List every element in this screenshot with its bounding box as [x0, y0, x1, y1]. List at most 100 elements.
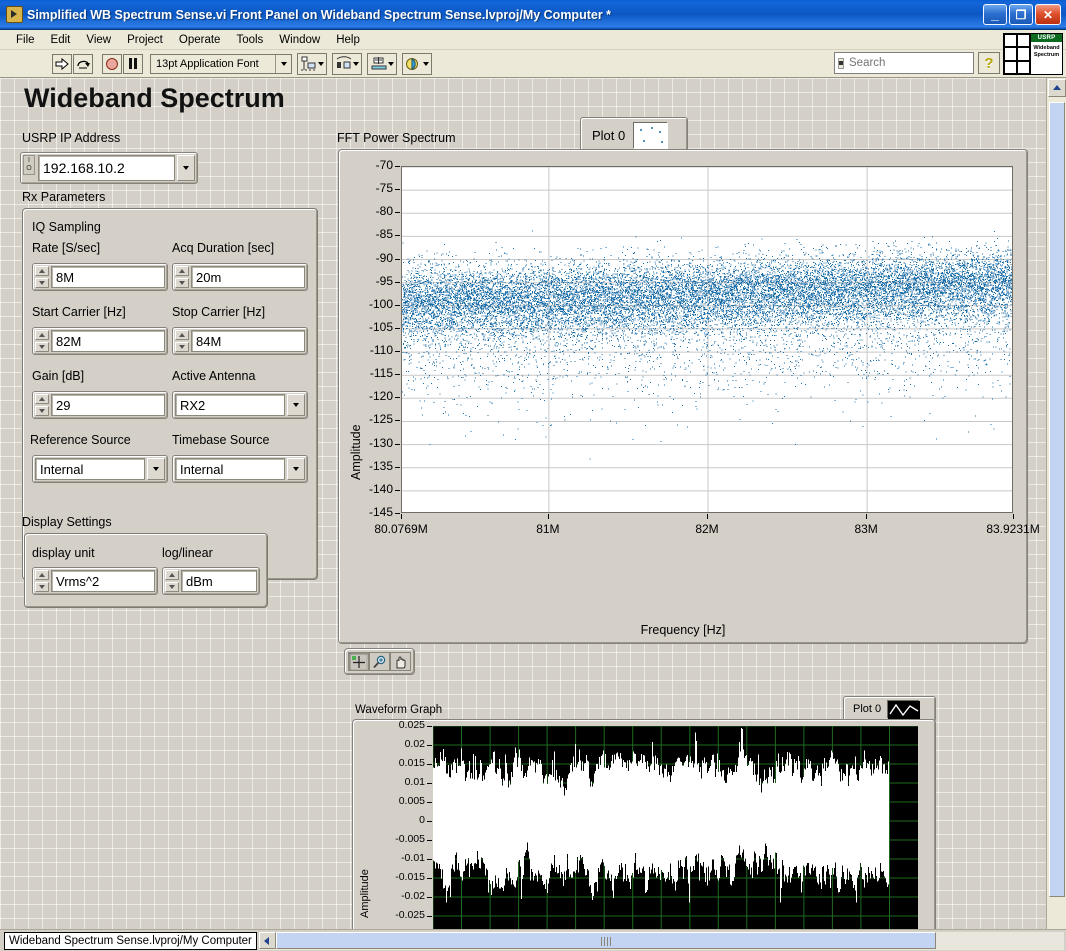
- menu-edit[interactable]: Edit: [43, 32, 79, 48]
- rate-value[interactable]: 8M: [51, 266, 165, 288]
- waveform-y-tick: 0.02: [404, 738, 425, 750]
- run-continuously-button[interactable]: [73, 53, 93, 74]
- spinner-up-icon[interactable]: [175, 330, 189, 340]
- spinner-up-icon[interactable]: [35, 266, 49, 276]
- close-button[interactable]: ✕: [1035, 4, 1061, 25]
- spinner-down-icon[interactable]: [35, 342, 49, 352]
- waveform-legend-label: Plot 0: [853, 703, 882, 715]
- start-carrier-value[interactable]: 82M: [51, 330, 165, 352]
- menu-file[interactable]: File: [8, 32, 43, 48]
- fft-y-tick: -125: [368, 412, 393, 427]
- rate-spinner[interactable]: [35, 266, 49, 288]
- timebase-source-value[interactable]: Internal: [175, 458, 285, 480]
- abort-execution-button[interactable]: [102, 53, 122, 74]
- display-unit-value[interactable]: Vrms^2: [51, 570, 155, 592]
- acq-duration-value[interactable]: 20m: [191, 266, 305, 288]
- waveform-plot-area[interactable]: [433, 726, 918, 929]
- minimize-button[interactable]: _: [983, 4, 1007, 25]
- waveform-y-tick-mark: [427, 897, 432, 898]
- acq-duration-control[interactable]: 20m: [172, 263, 308, 291]
- reference-source-dropdown-button[interactable]: [147, 458, 165, 480]
- spinner-up-icon[interactable]: [35, 394, 49, 404]
- spinner-down-icon[interactable]: [35, 582, 49, 592]
- fft-power-spectrum-graph[interactable]: Amplitude -70 -75 -80 -85 -90 -95 -100 -105 -110…: [338, 149, 1040, 644]
- vi-icon-pane[interactable]: USRP Wideband Spectrum: [1003, 33, 1063, 77]
- fft-legend-swatch[interactable]: [633, 122, 669, 149]
- fft-plot-legend[interactable]: Plot 0: [580, 117, 688, 153]
- scroll-thumb[interactable]: [1049, 102, 1065, 897]
- menu-project[interactable]: Project: [119, 32, 171, 48]
- usrp-ip-address-value[interactable]: 192.168.10.2: [38, 155, 175, 181]
- waveform-legend-swatch[interactable]: [887, 700, 921, 719]
- hscroll-thumb[interactable]: [275, 932, 936, 949]
- reference-source-control[interactable]: Internal: [32, 455, 168, 483]
- vi-glyph-icon[interactable]: USRP Wideband Spectrum: [1031, 33, 1063, 75]
- log-linear-value[interactable]: dBm: [181, 570, 257, 592]
- align-objects-dropdown[interactable]: [297, 52, 327, 75]
- rate-control[interactable]: 8M: [32, 263, 168, 291]
- stop-carrier-value[interactable]: 84M: [191, 330, 305, 352]
- maximize-button[interactable]: ❐: [1009, 4, 1033, 25]
- menu-view[interactable]: View: [78, 32, 119, 48]
- cursor-tool-icon[interactable]: [348, 652, 369, 671]
- waveform-graph[interactable]: Amplitude 0.025 0.02 0.015 0.01 0.005 0 -0.005…: [352, 719, 936, 929]
- start-carrier-control[interactable]: 82M: [32, 327, 168, 355]
- connector-pane-icon[interactable]: [1003, 33, 1031, 75]
- pause-button[interactable]: [123, 53, 143, 74]
- gain-value[interactable]: 29: [51, 394, 165, 416]
- io-badge-bottom: O: [26, 165, 32, 172]
- abort-stop-icon: [106, 57, 118, 70]
- fft-graph-palette[interactable]: [344, 648, 415, 675]
- panel-horizontal-scrollbar[interactable]: [258, 931, 1064, 950]
- reference-source-value[interactable]: Internal: [35, 458, 145, 480]
- spinner-down-icon[interactable]: [175, 278, 189, 288]
- fft-plot-area[interactable]: [401, 166, 1013, 513]
- usrp-ip-address-control[interactable]: I O 192.168.10.2: [20, 149, 198, 184]
- stop-carrier-control[interactable]: 84M: [172, 327, 308, 355]
- menu-operate[interactable]: Operate: [171, 32, 229, 48]
- active-antenna-value[interactable]: RX2: [175, 394, 285, 416]
- scroll-left-button[interactable]: [258, 932, 276, 949]
- distribute-objects-dropdown[interactable]: [332, 52, 362, 75]
- timebase-source-dropdown-button[interactable]: [287, 458, 305, 480]
- hscroll-track[interactable]: [275, 932, 1064, 949]
- font-selector[interactable]: 13pt Application Font: [150, 53, 292, 74]
- spinner-down-icon[interactable]: [165, 582, 179, 592]
- log-linear-spinner[interactable]: [165, 570, 179, 592]
- search-box[interactable]: [834, 52, 1005, 74]
- panel-vertical-scrollbar[interactable]: [1046, 78, 1066, 929]
- spinner-down-icon[interactable]: [35, 278, 49, 288]
- timebase-source-control[interactable]: Internal: [172, 455, 308, 483]
- scroll-up-button[interactable]: [1048, 79, 1066, 97]
- log-linear-control[interactable]: dBm: [162, 567, 260, 595]
- context-help-button[interactable]: ?: [978, 52, 1000, 74]
- menu-tools[interactable]: Tools: [228, 32, 271, 48]
- spinner-up-icon[interactable]: [175, 266, 189, 276]
- spinner-up-icon[interactable]: [35, 330, 49, 340]
- gain-spinner[interactable]: [35, 394, 49, 416]
- active-antenna-dropdown-button[interactable]: [287, 394, 305, 416]
- display-unit-control[interactable]: Vrms^2: [32, 567, 158, 595]
- run-button[interactable]: [52, 53, 72, 74]
- display-unit-spinner[interactable]: [35, 570, 49, 592]
- zoom-tool-icon[interactable]: [369, 652, 390, 671]
- spinner-up-icon[interactable]: [165, 570, 179, 580]
- reorder-dropdown[interactable]: [402, 52, 432, 75]
- menu-window[interactable]: Window: [271, 32, 328, 48]
- resize-objects-dropdown[interactable]: [367, 52, 397, 75]
- font-dropdown-button[interactable]: [275, 54, 291, 73]
- spinner-down-icon[interactable]: [35, 406, 49, 416]
- spinner-up-icon[interactable]: [35, 570, 49, 580]
- gain-control[interactable]: 29: [32, 391, 168, 419]
- spinner-down-icon[interactable]: [175, 342, 189, 352]
- stop-carrier-label: Stop Carrier [Hz]: [172, 305, 266, 319]
- start-carrier-spinner[interactable]: [35, 330, 49, 352]
- fft-y-tick: -110: [369, 343, 393, 358]
- acq-duration-spinner[interactable]: [175, 266, 189, 288]
- stop-carrier-spinner[interactable]: [175, 330, 189, 352]
- usrp-ip-dropdown-button[interactable]: [177, 155, 195, 181]
- pan-tool-icon[interactable]: [390, 652, 411, 671]
- waveform-y-tick-mark: [427, 821, 432, 822]
- menu-help[interactable]: Help: [328, 32, 368, 48]
- active-antenna-control[interactable]: RX2: [172, 391, 308, 419]
